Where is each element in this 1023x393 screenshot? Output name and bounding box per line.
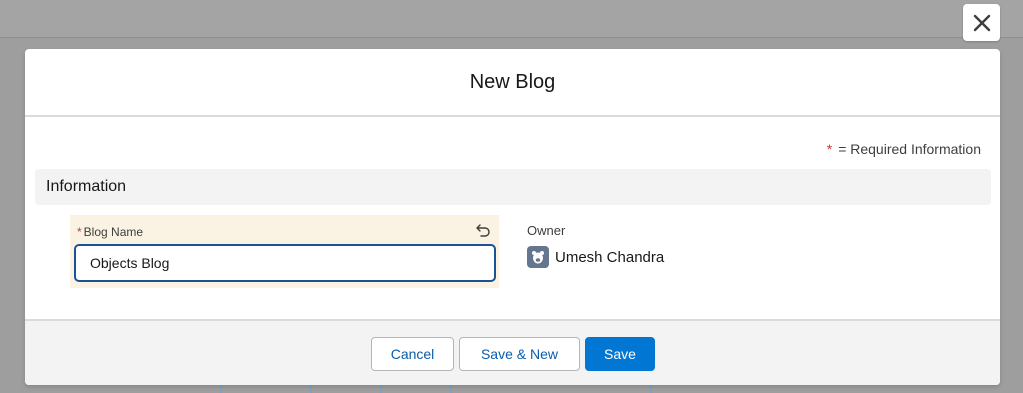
section-header-information[interactable]: Information xyxy=(35,169,991,205)
new-blog-modal: New Blog * = Required Information Informa… xyxy=(25,49,1000,385)
required-star: * xyxy=(826,141,833,157)
modal-header: New Blog xyxy=(25,49,1000,117)
close-icon xyxy=(973,14,990,31)
owner-name: Umesh Chandra xyxy=(555,248,665,266)
owner-label: Owner xyxy=(527,223,566,238)
save-and-new-button[interactable]: Save & New xyxy=(459,337,580,371)
cancel-button[interactable]: Cancel xyxy=(371,337,454,371)
backdrop-header xyxy=(0,0,1023,38)
modal-title: New Blog xyxy=(469,70,556,93)
close-button[interactable] xyxy=(963,4,1000,41)
required-legend: * = Required Information xyxy=(827,141,981,157)
user-avatar-icon xyxy=(532,251,544,264)
undo-button[interactable] xyxy=(475,223,491,242)
blog-name-label-text: Blog Name xyxy=(83,225,144,239)
blog-name-label: * Blog Name xyxy=(77,225,143,239)
blog-name-required-star: * xyxy=(77,225,82,239)
undo-icon xyxy=(476,223,490,237)
owner-value: Umesh Chandra xyxy=(527,246,664,268)
blog-name-field: * Blog Name xyxy=(70,215,499,288)
save-button[interactable]: Save xyxy=(585,337,655,371)
blog-name-input[interactable] xyxy=(74,244,496,282)
owner-field: Owner Umesh Chandra xyxy=(527,223,664,268)
modal-footer: Cancel Save & New Save xyxy=(25,319,1000,385)
section-title: Information xyxy=(46,178,127,195)
required-legend-text: = Required Information xyxy=(838,141,981,157)
owner-avatar xyxy=(527,246,549,268)
